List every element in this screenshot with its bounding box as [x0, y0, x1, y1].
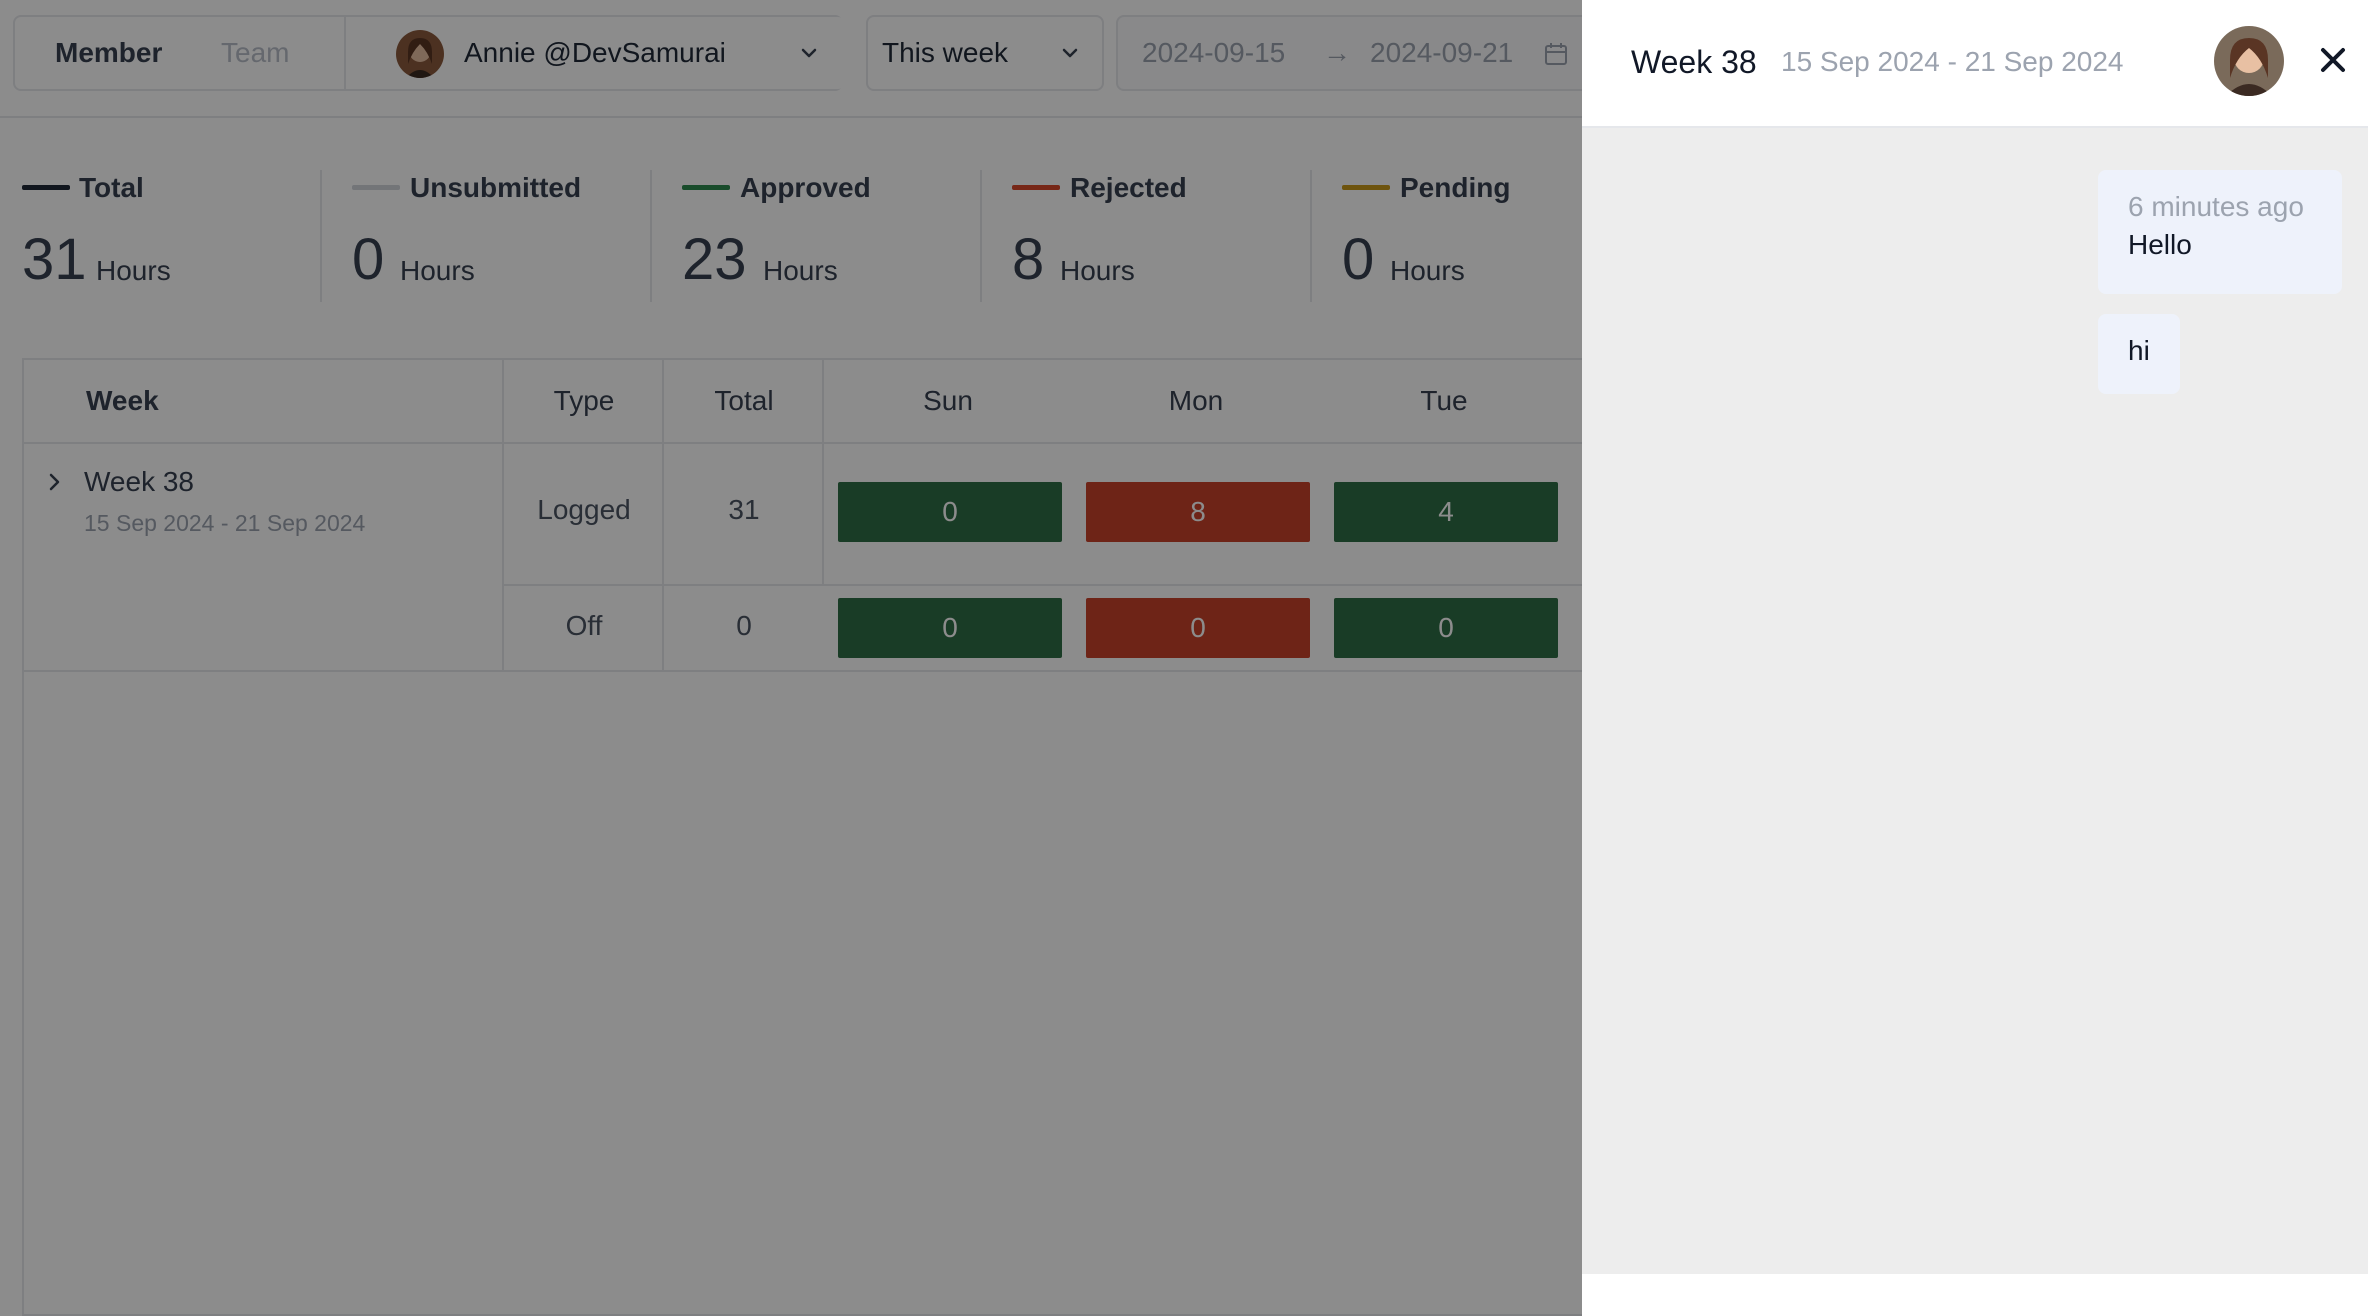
drawer-date-range: 15 Sep 2024 - 21 Sep 2024 — [1781, 46, 2124, 77]
close-icon[interactable] — [2317, 44, 2349, 76]
comments-drawer: Week 38 15 Sep 2024 - 21 Sep 2024 6 minu… — [1582, 0, 2368, 1316]
modal-backdrop[interactable] — [0, 0, 1582, 1316]
drawer-title: Week 38 — [1631, 44, 1757, 80]
drawer-user-avatar — [2214, 26, 2284, 96]
comment-text: hi — [2128, 335, 2150, 366]
drawer-footer — [1582, 1274, 2368, 1316]
comment-thread: 6 minutes ago Hello hi — [1582, 128, 2368, 1274]
comment-time: 6 minutes ago — [2128, 191, 2304, 222]
drawer-header: Week 38 15 Sep 2024 - 21 Sep 2024 — [1582, 0, 2368, 128]
comment-bubble: hi — [2098, 314, 2180, 394]
comment-bubble: 6 minutes ago Hello — [2098, 170, 2342, 294]
comment-text: Hello — [2128, 229, 2192, 260]
